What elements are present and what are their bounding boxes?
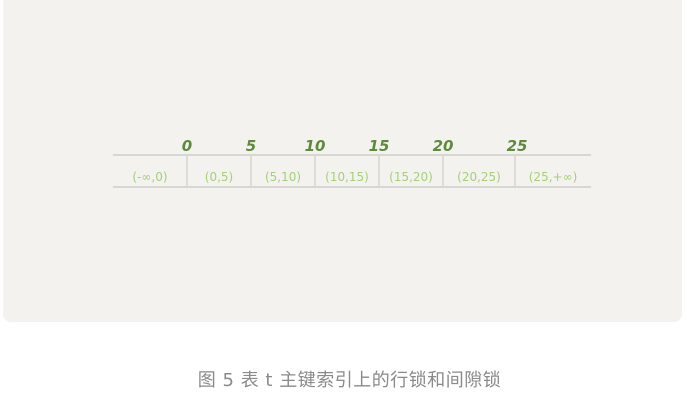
- tick-label-25: 25: [507, 137, 528, 155]
- interval-15-20: (15,20): [389, 170, 433, 184]
- interval-neg-inf-0: (-∞,0): [132, 170, 167, 184]
- tick-label-20: 20: [433, 137, 454, 155]
- interval-0-5: (0,5): [205, 170, 233, 184]
- index-locks-diagram: 0 5 10 15 20 25 (-∞,0) (0,5) (5,10) (10,…: [113, 137, 591, 188]
- tick-label-0: 0: [182, 137, 192, 155]
- interval-25-pos-inf: (25,+∞): [529, 170, 578, 184]
- tick-label-15: 15: [369, 137, 390, 155]
- interval-5-10: (5,10): [265, 170, 301, 184]
- figure-caption: 图 5 表 t 主键索引上的行锁和间隙锁: [197, 370, 502, 391]
- tick-label-5: 5: [246, 137, 256, 155]
- interval-20-25: (20,25): [457, 170, 501, 184]
- interval-10-15: (10,15): [325, 170, 369, 184]
- tick-label-10: 10: [305, 137, 326, 155]
